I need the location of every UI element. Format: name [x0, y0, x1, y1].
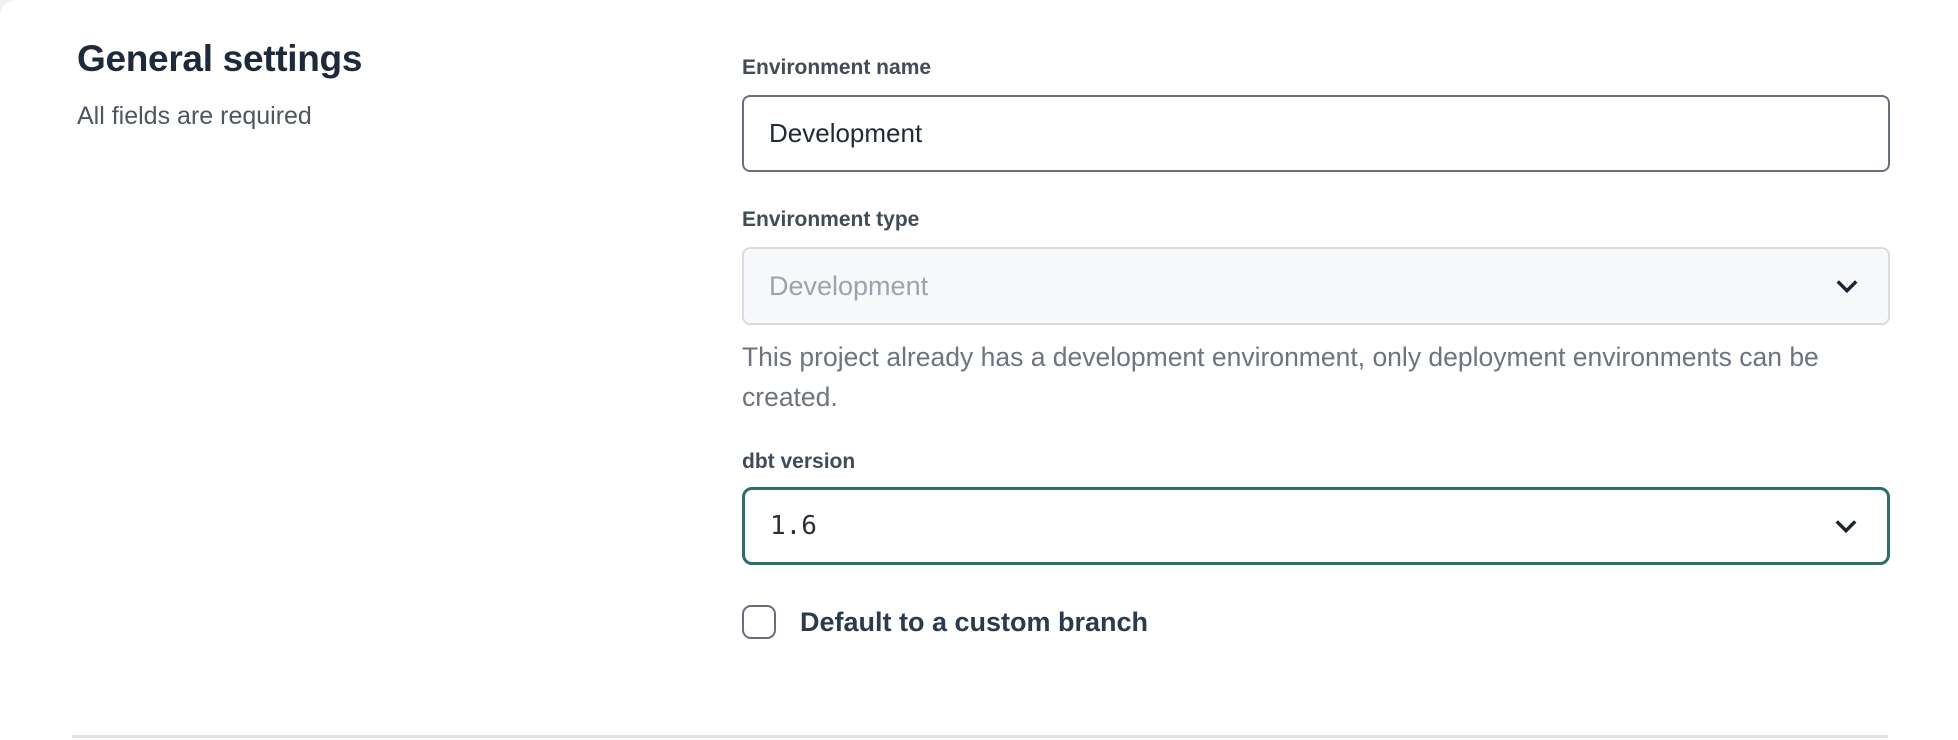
environment-type-value: Development — [769, 271, 928, 302]
page-subtitle: All fields are required — [77, 102, 312, 131]
chevron-down-icon — [1831, 270, 1863, 302]
settings-panel: General settings All fields are required… — [0, 0, 1958, 740]
environment-type-select[interactable]: Development — [742, 247, 1890, 325]
dbt-version-label: dbt version — [742, 450, 855, 474]
custom-branch-row[interactable]: Default to a custom branch — [742, 605, 1148, 639]
environment-name-label: Environment name — [742, 56, 931, 80]
environment-type-help-text: This project already has a development e… — [742, 337, 1892, 417]
page-title: General settings — [77, 38, 362, 80]
dbt-version-select[interactable]: 1.6 — [742, 487, 1890, 565]
environment-type-label: Environment type — [742, 208, 919, 232]
section-divider — [72, 735, 1888, 738]
dbt-version-value: 1.6 — [770, 511, 817, 541]
custom-branch-checkbox[interactable] — [742, 605, 776, 639]
environment-name-input[interactable] — [742, 95, 1890, 172]
custom-branch-label: Default to a custom branch — [800, 607, 1148, 638]
chevron-down-icon — [1830, 510, 1862, 542]
